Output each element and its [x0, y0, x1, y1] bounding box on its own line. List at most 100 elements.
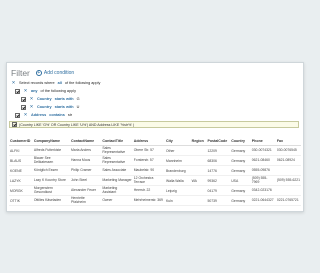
column-header[interactable]: City	[165, 136, 191, 146]
root-group-row: ✕ Select records where all of the follow…	[9, 79, 301, 87]
condition-field-dropdown[interactable]: Country	[37, 97, 52, 101]
condition-field-dropdown[interactable]: Address	[31, 113, 46, 117]
condition-operator-dropdown[interactable]: starts with	[55, 97, 74, 101]
table-cell: Marketing Assistant	[101, 185, 133, 196]
condition-row: ✕ Country starts with G	[9, 95, 301, 103]
root-operator-dropdown[interactable]: all	[58, 81, 62, 85]
table-cell: 0221-0644327	[250, 195, 276, 206]
table-row[interactable]: BLAUS Blauer See Delikatessen Hanna Moos Sa…	[9, 155, 301, 166]
table-cell: Hanna Moos	[69, 155, 102, 166]
condition-operator-dropdown[interactable]: contains	[49, 113, 65, 117]
table-cell: Morgenstern Gesundkost	[32, 185, 70, 196]
table-cell: 50739	[206, 195, 231, 206]
table-cell: KOENE	[9, 165, 33, 176]
table-cell: 12 Orchestra Terrace	[132, 175, 165, 186]
table-cell: 04179	[206, 185, 231, 196]
table-cell: Henriette Pfalzheim	[69, 195, 102, 206]
column-header[interactable]: Fax	[275, 136, 301, 146]
group-operator-dropdown[interactable]: any	[31, 89, 38, 93]
table-cell: Ottilies Käseladen	[32, 195, 70, 206]
column-header[interactable]: PostalCode	[206, 136, 231, 146]
column-header[interactable]: Region	[190, 136, 207, 146]
data-grid: CustomerID CompanyName ContactName Conta…	[9, 136, 301, 206]
add-condition-label: Add condition	[43, 70, 75, 76]
remove-condition-icon[interactable]: ✕	[23, 112, 28, 118]
column-header[interactable]: ContactName	[69, 136, 102, 146]
filter-expression-bar: (Country LIKE 'G%' OR Country LIKE 'U%')…	[9, 121, 299, 128]
group-suffix: of the following apply	[40, 89, 77, 93]
column-header[interactable]: CustomerID	[9, 136, 33, 146]
table-cell: Philip Cramer	[69, 165, 102, 176]
table-cell: MORGK	[9, 185, 33, 196]
remove-group-icon[interactable]: ✕	[23, 88, 28, 94]
table-row[interactable]: ALFKI Alfreds Futterkiste Maria Anders Sale…	[9, 145, 301, 156]
column-header[interactable]: Phone	[250, 136, 276, 146]
table-cell: Leipzig	[165, 185, 191, 196]
condition-row: ✕ Country starts with U	[9, 103, 301, 111]
table-cell: Blauer See Delikatessen	[32, 155, 70, 166]
table-cell: ALFKI	[9, 145, 33, 156]
table-cell: 14776	[206, 165, 231, 176]
condition-value[interactable]: G	[77, 97, 80, 101]
table-cell: Germany	[230, 185, 251, 196]
table-cell	[275, 185, 301, 196]
filter-expression-text: (Country LIKE 'G%' OR Country LIKE 'U%')…	[19, 122, 135, 127]
table-cell: Germany	[230, 145, 251, 156]
table-cell: 12209	[206, 145, 231, 156]
condition-value[interactable]: str	[68, 113, 72, 117]
table-cell	[190, 145, 207, 156]
table-cell	[190, 195, 207, 206]
table-cell: Alexander Feuer	[69, 185, 102, 196]
plus-icon: +	[35, 69, 42, 76]
table-cell: Brandenburg	[165, 165, 191, 176]
remove-condition-icon[interactable]: ✕	[29, 96, 34, 102]
condition-checkbox[interactable]	[15, 112, 20, 118]
table-cell: Heerstr. 22	[132, 185, 165, 196]
condition-operator-dropdown[interactable]: starts with	[55, 105, 74, 109]
table-row[interactable]: KOENE Königlich Essen Philip Cramer Sales A…	[9, 165, 301, 176]
column-header[interactable]: Country	[230, 136, 251, 146]
condition-checkbox[interactable]	[21, 96, 26, 102]
sub-group-checkbox[interactable]	[15, 88, 20, 94]
root-suffix: of the following apply	[64, 81, 101, 85]
table-cell: Sales Representative	[101, 155, 133, 166]
table-cell: Alfreds Futterkiste	[32, 145, 70, 156]
table-cell	[275, 165, 301, 176]
column-header[interactable]: Address	[132, 136, 165, 146]
table-cell: USA	[230, 175, 251, 186]
table-row[interactable]: LAZYK Lazy K Kountry Store John Steel Marke…	[9, 175, 301, 186]
table-cell: Germany	[230, 155, 251, 166]
table-cell: WA	[190, 175, 207, 186]
table-cell: LAZYK	[9, 175, 33, 186]
table-cell: John Steel	[69, 175, 102, 186]
sub-group-row: ✕ any of the following apply	[9, 87, 301, 95]
table-cell: Sales Representative	[101, 145, 133, 156]
remove-condition-icon[interactable]: ✕	[29, 104, 34, 110]
table-cell: Forsterstr. 57	[132, 155, 165, 166]
table-cell: 0621-08460	[250, 155, 276, 166]
table-cell: Maubelstr. 90	[132, 165, 165, 176]
column-header[interactable]: ContactTitle	[101, 136, 133, 146]
add-condition-button[interactable]: + Add condition	[35, 69, 75, 76]
root-prefix: Select records where	[19, 81, 55, 85]
table-cell: Obere Str. 57	[132, 145, 165, 156]
table-cell: Walla Walla	[165, 175, 191, 186]
condition-value[interactable]: U	[77, 105, 80, 109]
filter-title: Filter	[11, 68, 30, 78]
column-header[interactable]: CompanyName	[32, 136, 70, 146]
remove-group-icon[interactable]: ✕	[11, 80, 16, 86]
condition-checkbox[interactable]	[21, 104, 26, 110]
table-cell	[190, 155, 207, 166]
expression-checkbox[interactable]	[12, 122, 17, 127]
filter-header: Filter + Add condition	[11, 68, 74, 78]
filter-panel: Filter + Add condition ✕ Select records …	[6, 62, 304, 212]
table-cell: Other	[165, 145, 191, 156]
table-cell: Kuln	[165, 195, 191, 206]
table-row[interactable]: OTTIK Ottilies Käseladen Henriette Pfalzhe…	[9, 195, 301, 206]
table-cell	[190, 185, 207, 196]
condition-field-dropdown[interactable]: Country	[37, 105, 52, 109]
table-cell: 0555-09876	[250, 165, 276, 176]
table-row[interactable]: MORGK Morgenstern Gesundkost Alexander Feu…	[9, 185, 301, 196]
table-cell: Mehrheimerstr. 369	[132, 195, 165, 206]
table-cell: 0621-08924	[275, 155, 301, 166]
